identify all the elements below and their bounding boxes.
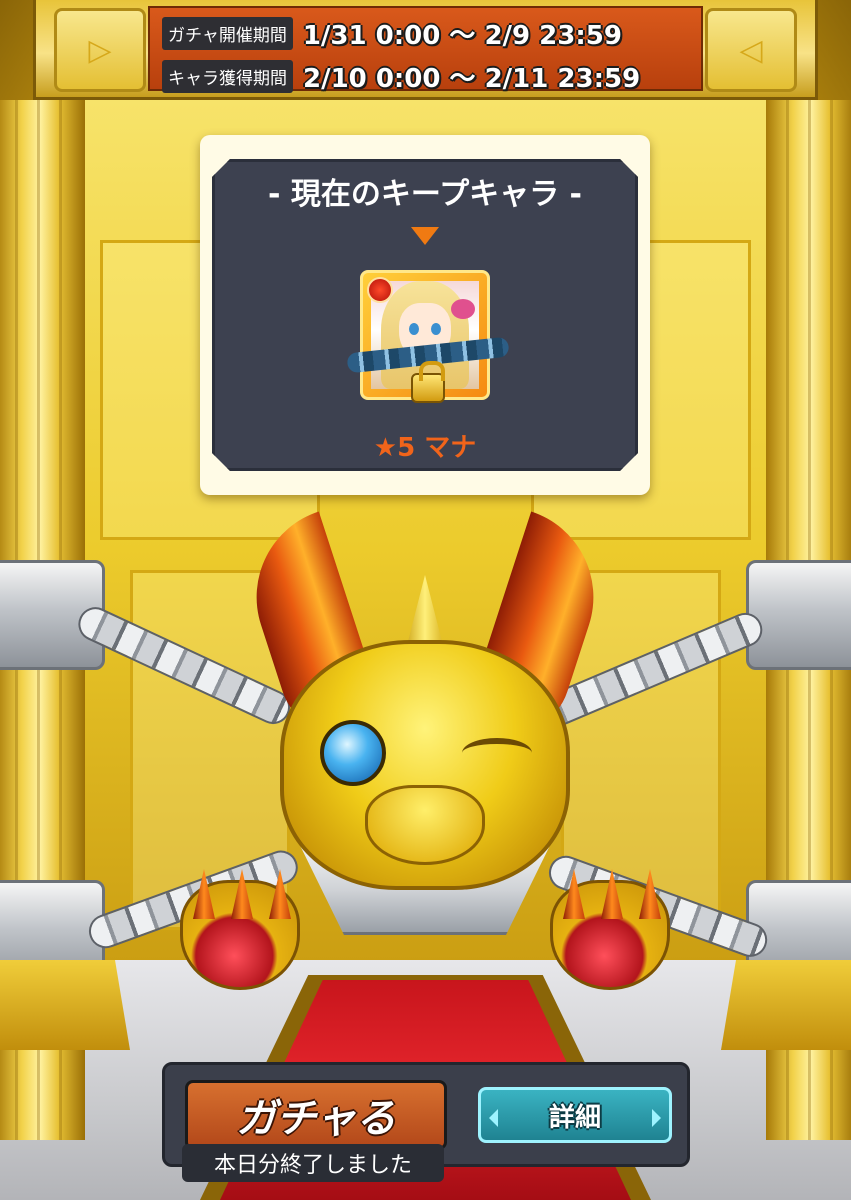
- fire-attribute-icon: [367, 277, 393, 303]
- char-period-value: 2/10 0:00 ～ 2/11 23:59: [303, 63, 641, 94]
- detail-button[interactable]: 詳細: [478, 1087, 672, 1143]
- keep-character-card[interactable]: [346, 270, 510, 403]
- dragon-claw: [180, 869, 300, 990]
- daily-finished-status: 本日分終了しました: [182, 1144, 444, 1182]
- dragon-eye: [320, 720, 386, 786]
- golden-dragon: [170, 511, 680, 1020]
- character-name: ★5 マナ: [373, 433, 477, 463]
- padlock-icon: [411, 361, 445, 403]
- gacha-button[interactable]: ガチャる: [185, 1080, 447, 1150]
- dragon-claw: [550, 869, 670, 990]
- detail-right-arrow-icon: [652, 1109, 661, 1127]
- right-pillar-base: [721, 960, 851, 1050]
- gacha-period-row: ガチャ開催期間 1/31 0:00 ～ 2/9 23:59: [162, 16, 622, 51]
- left-pillar-base: [0, 960, 130, 1050]
- period-info: ガチャ開催期間 1/31 0:00 ～ 2/9 23:59 キャラ獲得期間 2/…: [148, 6, 703, 94]
- dragon-snout: [365, 785, 485, 865]
- char-period-row: キャラ獲得期間 2/10 0:00 ～ 2/11 23:59: [162, 59, 641, 94]
- gacha-period-value: 1/31 0:00 ～ 2/9 23:59: [302, 20, 622, 51]
- right-pillar-chain-band: [746, 560, 851, 670]
- period-banner: ▷ ◁ ガチャ開催期間 1/31 0:00 ～ 2/9 23:59 キャラ獲得期…: [33, 0, 818, 100]
- gacha-period-label: ガチャ開催期間: [162, 16, 293, 50]
- banner-right-arrow-icon[interactable]: ◁: [705, 8, 797, 92]
- char-period-label: キャラ獲得期間: [162, 59, 293, 93]
- dragon-closed-eye: [462, 738, 532, 768]
- detail-left-arrow-icon: [489, 1109, 498, 1127]
- detail-button-label: 詳細: [548, 1102, 601, 1133]
- banner-left-arrow-icon[interactable]: ▷: [54, 8, 146, 92]
- hair-bow-icon: [451, 299, 475, 319]
- keep-title: - 現在のキープキャラ -: [268, 177, 582, 212]
- keep-character-panel: - 現在のキープキャラ - ★5 マナ: [200, 135, 650, 495]
